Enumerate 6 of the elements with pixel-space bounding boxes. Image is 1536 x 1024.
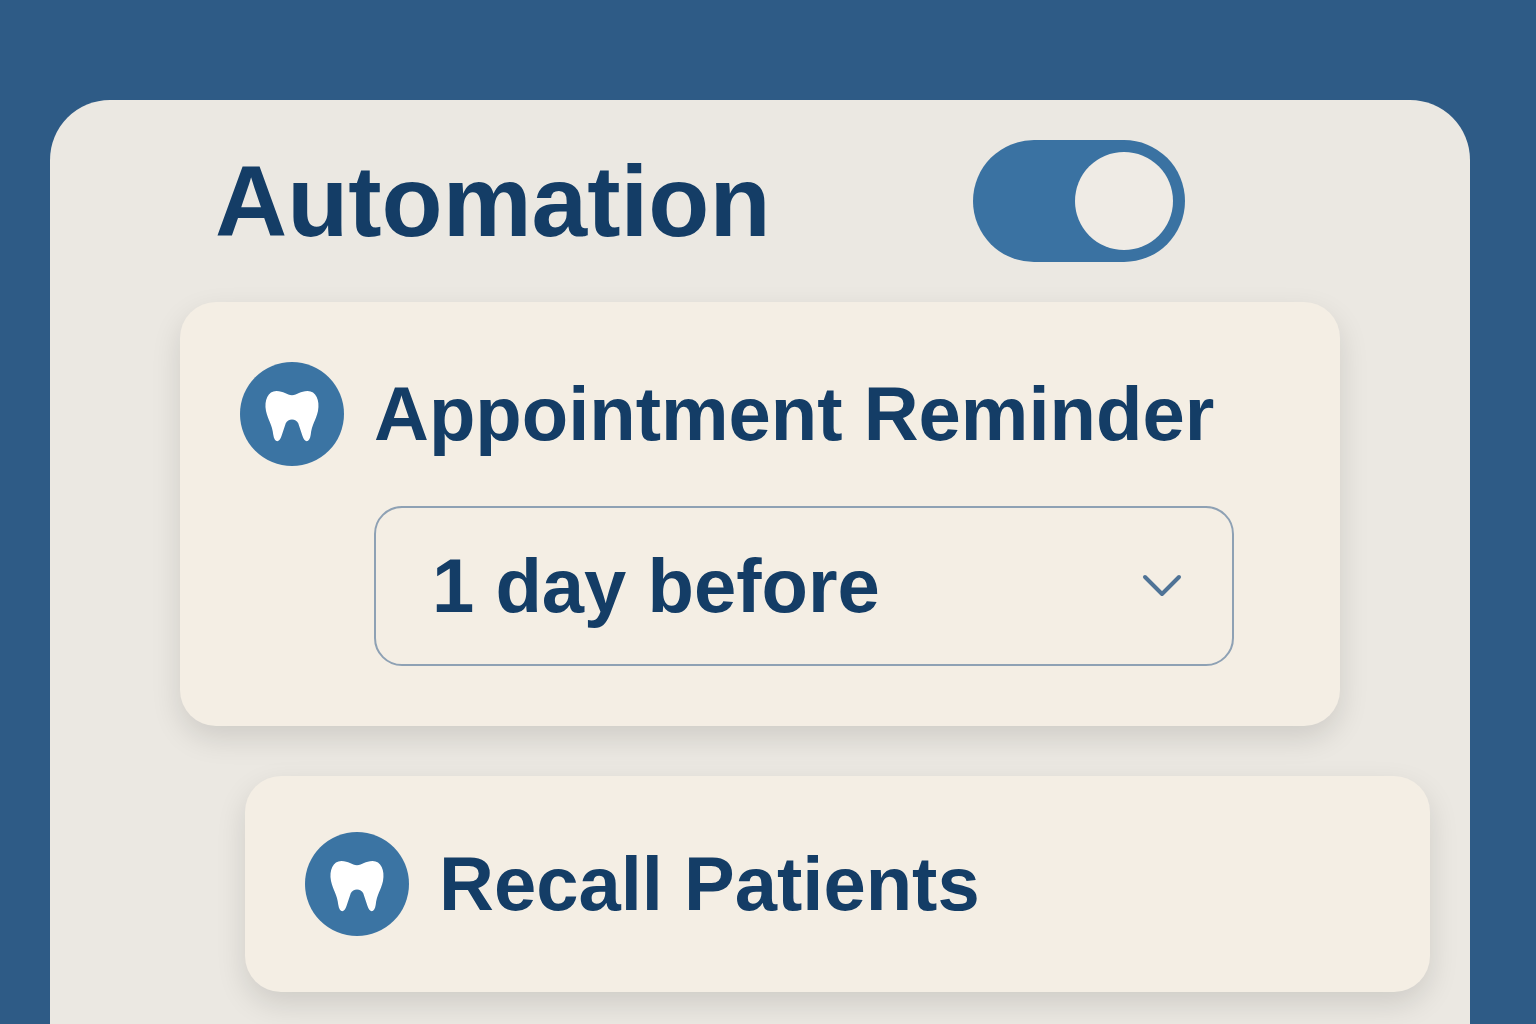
dropdown-select[interactable]: 1 day before [374, 506, 1234, 666]
automation-title: Recall Patients [439, 846, 980, 922]
tooth-icon [305, 832, 409, 936]
tooth-icon [240, 362, 344, 466]
panel-title: Automation [215, 151, 771, 251]
chevron-down-icon [1142, 574, 1182, 598]
